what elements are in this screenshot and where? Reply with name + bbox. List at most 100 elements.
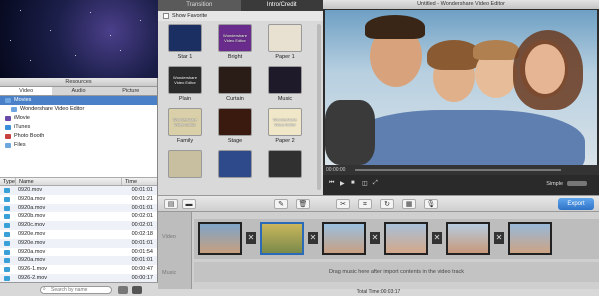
effect-thumbnail: Wondershare Video Editor — [168, 108, 202, 136]
column-name[interactable]: Name — [16, 178, 122, 185]
tree-item-imovie[interactable]: iMovie — [0, 114, 157, 123]
timeline-clip-3[interactable] — [322, 222, 366, 255]
timeline-clip-2[interactable] — [260, 222, 304, 255]
tree-item-files[interactable]: Files — [0, 141, 157, 150]
tab-audio[interactable]: Audio — [52, 87, 104, 95]
tree-item-photo-booth[interactable]: Photo Booth — [0, 132, 157, 141]
file-row[interactable]: 0926-1.mov 00:00:47 — [0, 265, 157, 274]
effect-item[interactable] — [162, 150, 208, 188]
timeline-clip-6[interactable] — [508, 222, 552, 255]
search-input[interactable]: Search by name — [40, 286, 112, 294]
list-view-button[interactable] — [118, 286, 128, 294]
show-favorite-checkbox[interactable]: Show Favorite — [158, 11, 323, 21]
source-tree: Movies Wondershare Video Editor iMovie i… — [0, 96, 157, 178]
rotate-button[interactable]: ↻ — [380, 199, 394, 209]
cut-button[interactable]: ✂ — [336, 199, 350, 209]
tab-picture[interactable]: Picture — [105, 87, 157, 95]
effect-item[interactable]: Wondershare Video Editor Family — [162, 108, 208, 146]
transition-icon[interactable]: ✕ — [246, 232, 256, 244]
effect-item[interactable]: Stage — [212, 108, 258, 146]
transition-icon[interactable]: ✕ — [308, 232, 318, 244]
tree-item-itunes[interactable]: iTunes — [0, 123, 157, 132]
tree-item-label: Photo Booth — [14, 133, 45, 139]
column-type[interactable]: Type — [0, 178, 16, 185]
grid-view-button[interactable] — [132, 286, 142, 294]
tree-item-label: iMovie — [14, 115, 30, 121]
file-time: 00:02:18 — [131, 230, 153, 237]
effect-item[interactable] — [212, 150, 258, 188]
effect-label: Family — [176, 138, 194, 144]
play-icon[interactable]: ▶ — [340, 180, 345, 187]
file-time: 00:02:01 — [131, 222, 153, 229]
effect-label: Curtain — [226, 96, 244, 102]
video-track[interactable]: ✕ ✕ ✕ ✕ ✕ — [194, 219, 599, 259]
effect-thumbnail — [268, 24, 302, 52]
file-row[interactable]: 0920a.mov 00:01:21 — [0, 195, 157, 204]
transition-icon[interactable]: ✕ — [432, 232, 442, 244]
tab-video[interactable]: Video — [0, 87, 53, 95]
export-button[interactable]: Export — [558, 198, 594, 210]
transition-icon[interactable]: ✕ — [494, 232, 504, 244]
tree-item-label: iTunes — [14, 124, 31, 130]
volume-slider[interactable] — [567, 181, 587, 186]
snapshot-icon[interactable]: ◫ — [362, 180, 368, 187]
effect-item[interactable]: Curtain — [212, 66, 258, 104]
thumb-text: Wondershare Video Editor — [273, 117, 297, 127]
voiceover-button[interactable]: 🎙 — [424, 199, 438, 209]
effect-thumbnail: Wondershare Video Editor — [268, 108, 302, 136]
storyboard-view-button[interactable]: ▤ — [164, 199, 178, 209]
timeline-clip-5[interactable] — [446, 222, 490, 255]
effect-item[interactable]: Paper 1 — [262, 24, 308, 62]
video-preview — [325, 10, 597, 165]
edit-button[interactable]: ✎ — [274, 199, 288, 209]
effect-button[interactable]: ▦ — [402, 199, 416, 209]
tree-item-label: Wondershare Video Editor — [20, 106, 85, 112]
file-row[interactable]: 0920a.mov 00:01:54 — [0, 248, 157, 257]
crop-button[interactable]: ⌗ — [358, 199, 372, 209]
photo-booth-icon — [5, 134, 11, 139]
mode-label[interactable]: Simple — [546, 181, 563, 187]
effects-scrollbar[interactable] — [317, 24, 321, 190]
timeline-view-button[interactable]: ▬ — [182, 199, 196, 209]
file-row[interactable]: 0920b.mov 00:02:01 — [0, 212, 157, 221]
stop-icon[interactable]: ■ — [351, 180, 355, 186]
timeline-clip-4[interactable] — [384, 222, 428, 255]
video-file-icon — [0, 204, 16, 213]
file-row[interactable]: 0920e.mov 00:02:18 — [0, 230, 157, 239]
effect-item[interactable]: Wondershare Video Editor Paper 2 — [262, 108, 308, 146]
effect-item[interactable]: Star 1 — [162, 24, 208, 62]
file-row[interactable]: 0920a.mov 00:01:01 — [0, 256, 157, 266]
tab-intro-credit[interactable]: Intro/Credit — [240, 0, 323, 11]
fullscreen-icon[interactable]: ⤢ — [373, 180, 378, 187]
effect-item[interactable]: Music — [262, 66, 308, 104]
effect-item[interactable]: Wondershare Video Editor Plain — [162, 66, 208, 104]
timeline-clip-1[interactable] — [198, 222, 242, 255]
file-time: 00:01:21 — [131, 195, 153, 202]
playback-controls: ⏮ ▶ ■ ◫ ⤢ Simple — [323, 175, 599, 195]
effect-item[interactable] — [262, 150, 308, 188]
effect-label: Music — [277, 96, 293, 102]
column-time[interactable]: Time — [122, 178, 156, 185]
video-file-icon — [0, 265, 16, 274]
delete-button[interactable]: 🗑 — [296, 199, 310, 209]
transition-icon[interactable]: ✕ — [370, 232, 380, 244]
tree-item-movies[interactable]: Movies — [0, 96, 157, 105]
tree-item-wondershare[interactable]: Wondershare Video Editor — [0, 105, 157, 114]
video-file-icon — [0, 195, 16, 204]
effect-item[interactable]: Wondershare Video Editor Bright — [212, 24, 258, 62]
file-row[interactable]: 0920c.mov 00:02:01 — [0, 221, 157, 230]
thumb-text: Wondershare Video Editor — [223, 33, 247, 43]
file-row[interactable]: 0920e.mov 00:01:01 — [0, 238, 157, 248]
file-row[interactable]: 0920a.mov 00:01:01 — [0, 203, 157, 213]
effect-thumbnail — [218, 66, 252, 94]
step-back-icon[interactable]: ⏮ — [329, 180, 334, 187]
video-track-label: Video — [162, 234, 176, 240]
progress-track[interactable] — [355, 169, 561, 171]
music-track[interactable]: Drag music here after import contents in… — [194, 262, 599, 282]
effect-label: Bright — [227, 54, 243, 60]
track-labels: Video Music — [158, 212, 192, 289]
tab-transition[interactable]: Transition — [158, 0, 241, 11]
file-row[interactable]: 0920.mov 00:01:01 — [0, 186, 157, 195]
effect-thumbnail — [168, 24, 202, 52]
video-file-icon — [0, 239, 16, 248]
